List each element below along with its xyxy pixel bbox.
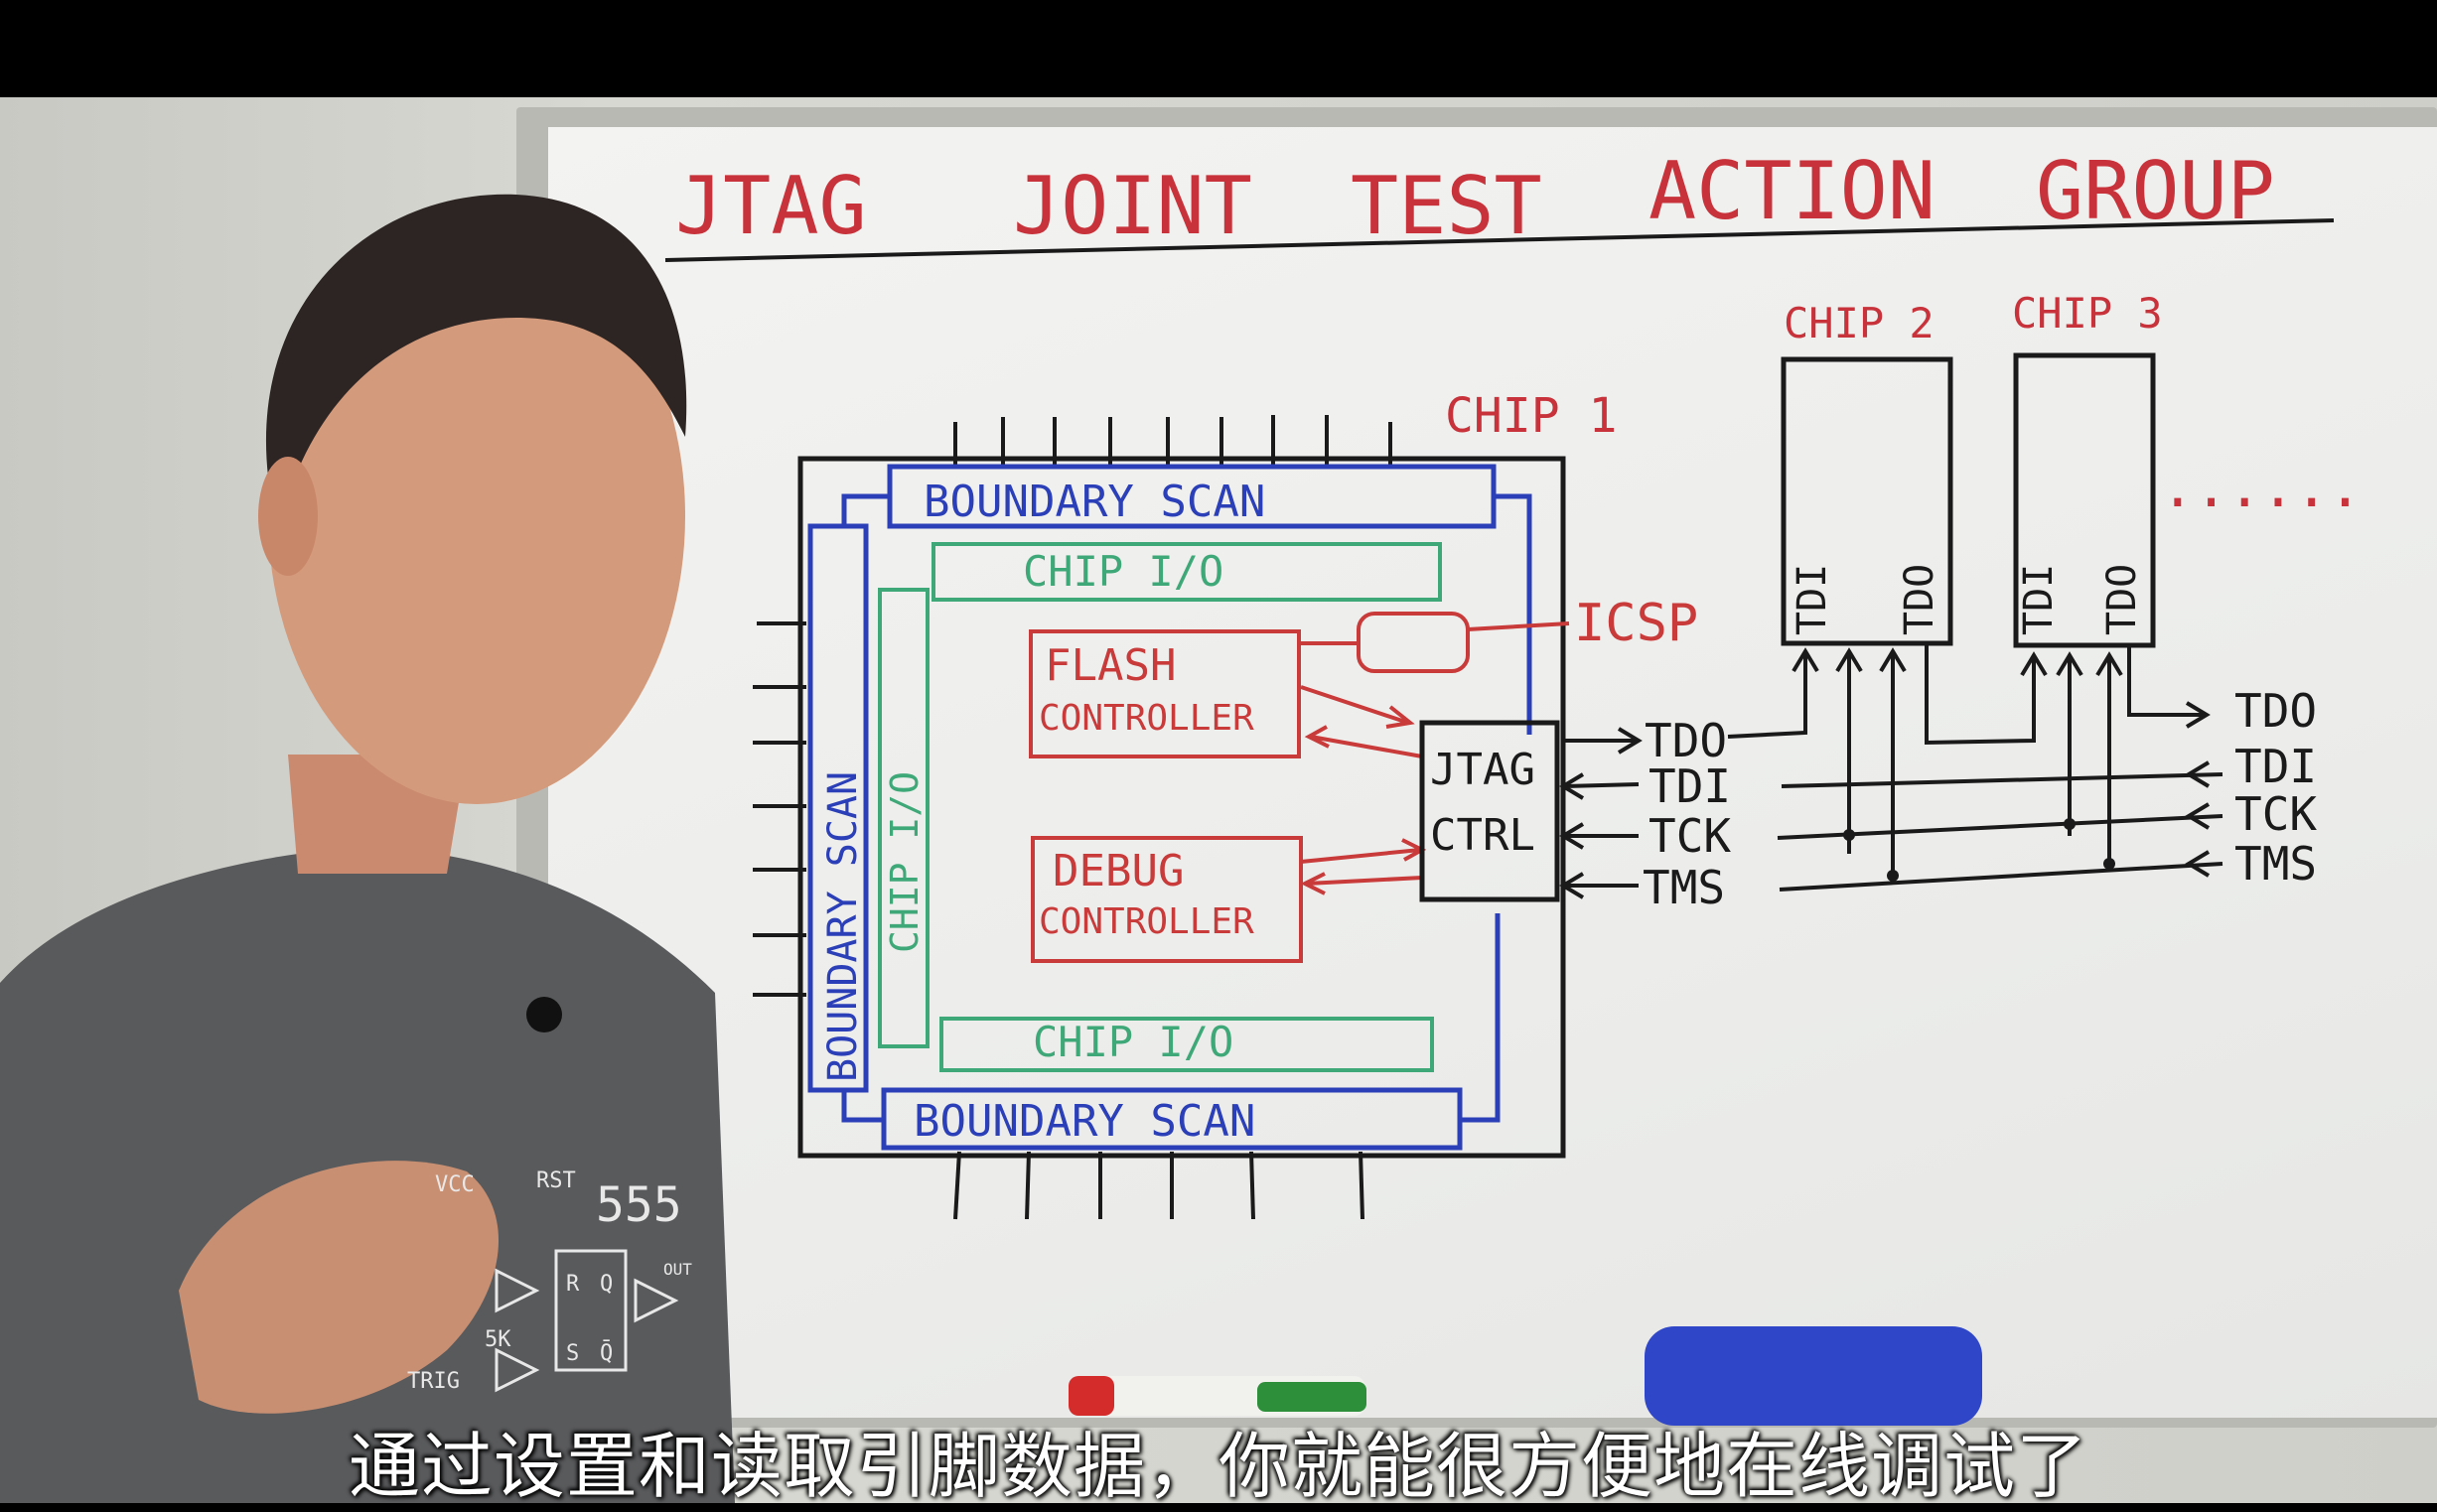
signal-tms-left: TMS [1643, 861, 1725, 914]
title-joint: JOINT [1013, 160, 1252, 252]
more-chips-ellipsis: ...... [2161, 456, 2362, 520]
chip2-tdo: TDO [1897, 564, 1942, 635]
signal-tck-right: TCK [2234, 787, 2317, 841]
signal-tms-right: TMS [2234, 837, 2317, 891]
signal-tdo-right: TDO [2234, 684, 2317, 738]
signal-tck-left: TCK [1649, 809, 1731, 863]
jtag-signal-labels-left: TDO TDI TCK TMS [1643, 714, 1731, 914]
shirt-out: OUT [663, 1260, 692, 1279]
chip2-tdi: TDI [1790, 564, 1835, 635]
shirt-5k: 5K [485, 1327, 511, 1352]
shirt-555: 555 [596, 1177, 682, 1233]
title-jtag: JTAG [675, 160, 867, 252]
icsp-label: ICSP [1574, 594, 1698, 653]
chip1-label: CHIP 1 [1445, 388, 1617, 444]
chip-io-ring [878, 542, 1442, 1072]
signal-tdi-right: TDI [2234, 740, 2317, 793]
lapel-mic [526, 997, 562, 1032]
title: JTAG JOINT TEST ACTION GROUP [675, 145, 2275, 252]
controller-arrows [1300, 685, 1427, 895]
icsp-connector [1357, 612, 1470, 673]
chip2-label: CHIP 2 [1784, 299, 1935, 347]
debug-controller-line2: CONTROLLER [1039, 901, 1254, 942]
jtag-diagram: JTAG JOINT TEST ACTION GROUP CHIP 1 BOUN… [0, 145, 2362, 1503]
icsp-wire-out [1467, 621, 1570, 631]
video-frame: JTAG JOINT TEST ACTION GROUP CHIP 1 BOUN… [0, 0, 2437, 1508]
shirt-q: Q [600, 1272, 613, 1297]
chip3-label: CHIP 3 [2012, 289, 2163, 338]
boundary-scan-left-label: BOUNDARY SCAN [820, 771, 866, 1082]
jtag-ctrl-line2: CTRL [1430, 810, 1535, 861]
shirt-s: S [566, 1341, 579, 1366]
shirt-trig: TRIG [407, 1369, 460, 1394]
chip-io-top-label: CHIP I/O [1023, 547, 1223, 596]
jtag-signal-arrows-left [1559, 727, 1643, 899]
chip1-pins-bottom [953, 1151, 1364, 1220]
flash-controller-line2: CONTROLLER [1039, 698, 1254, 739]
shirt-vcc: VCC [435, 1172, 475, 1197]
shirt-r: R [566, 1272, 580, 1297]
chip-io-bottom-label: CHIP I/O [1033, 1018, 1233, 1066]
boundary-scan-top-label: BOUNDARY SCAN [924, 477, 1265, 527]
boundary-scan-bottom-label: BOUNDARY SCAN [914, 1096, 1255, 1147]
shirt-qbar: Q̄ [600, 1340, 613, 1366]
chip3-tdi: TDI [2016, 564, 2062, 635]
flash-controller-line1: FLASH [1045, 640, 1176, 691]
chip-io-left-label: CHIP I/O [883, 771, 927, 953]
presenter-ear [258, 457, 318, 576]
shirt-rst: RST [536, 1168, 576, 1193]
video-subtitle: 通过设置和读取引脚数据，你就能很方便地在线调试了 [348, 1425, 2088, 1508]
debug-controller-line1: DEBUG [1053, 846, 1184, 896]
jtag-signal-labels-right: TDO TDI TCK TMS [2234, 684, 2317, 891]
daisy-chain-wires [1727, 645, 2223, 892]
jtag-ctrl-line1: JTAG [1430, 745, 1535, 795]
chip3-tdo: TDO [2099, 564, 2145, 635]
title-action: ACTION [1649, 145, 1935, 237]
signal-tdi-left: TDI [1649, 759, 1731, 813]
